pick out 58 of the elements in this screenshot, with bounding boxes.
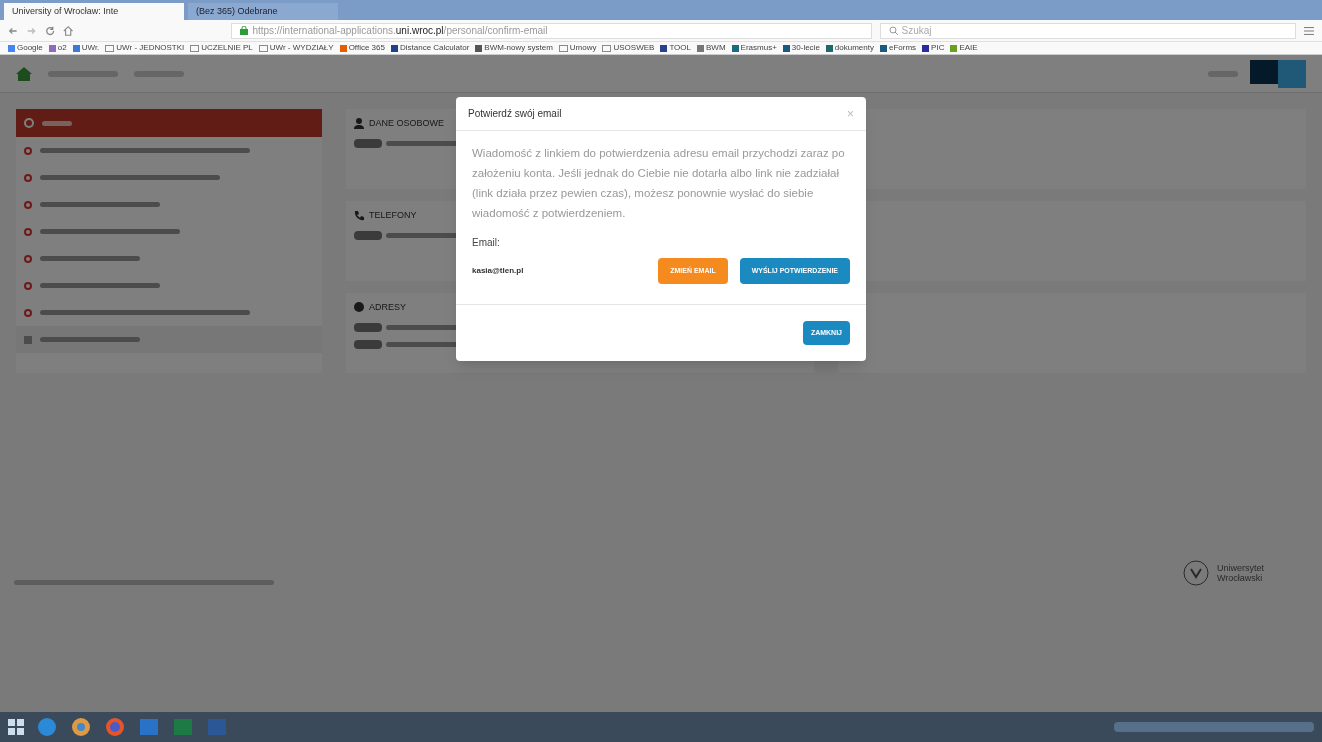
lock-icon xyxy=(240,26,249,35)
bookmark-link[interactable]: EAIE xyxy=(950,42,978,54)
status-label xyxy=(354,230,382,240)
warning-icon xyxy=(24,254,32,263)
warning-icon xyxy=(24,308,32,317)
modal-title: Potwierdź swój email xyxy=(468,107,562,121)
warning-icon xyxy=(24,173,32,182)
section-title: ADRESY xyxy=(369,301,406,314)
bookmark-link[interactable]: USOSWEB xyxy=(602,42,655,54)
bookmark-link[interactable]: Distance Calculator xyxy=(390,42,470,54)
university-logo-text: Uniwersytet Wrocławski xyxy=(1217,563,1265,583)
blurred-nav-text xyxy=(48,70,118,77)
bookmark-link[interactable]: eForms xyxy=(879,42,917,54)
warning-icon xyxy=(24,200,32,209)
bookmark-link[interactable]: Google xyxy=(8,42,43,54)
university-emblem-icon xyxy=(1183,560,1209,586)
warning-icon xyxy=(24,281,32,290)
bookmark-link[interactable]: Umowy xyxy=(558,42,597,54)
bookmark-link[interactable]: UWr - WYDZIAŁY xyxy=(258,42,334,54)
blurred-nav-text xyxy=(134,70,184,77)
browser-tab[interactable]: University of Wrocław: Inte xyxy=(4,3,184,20)
bookmark-link[interactable]: Erasmus+ xyxy=(731,42,777,54)
section-title: TELEFONY xyxy=(369,209,417,222)
bookmark-link[interactable]: Office 365 xyxy=(339,42,385,54)
globe-icon xyxy=(354,302,365,314)
reload-icon[interactable] xyxy=(44,24,56,37)
browser-tab[interactable]: (Bez 365) Odebrane xyxy=(188,3,338,20)
warning-icon xyxy=(24,146,32,155)
check-icon xyxy=(24,335,32,344)
bookmark-link[interactable]: dokumenty xyxy=(825,42,874,54)
search-icon xyxy=(888,26,898,35)
modal-message: Wiadomość z linkiem do potwierdzenia adresu email przychodzi zaraz po założeniu konta. Jeśli jednak do Ciebie nie dotarła albo link nie zadziałał (link działa przez pewien czas), możesz ponownie wysłać do siebie wiadomość z potwierdzeniem. xyxy=(472,146,846,221)
phone-icon xyxy=(354,210,365,222)
user-icon xyxy=(354,118,365,130)
bookmark-link[interactable]: 30-lecie xyxy=(782,42,820,54)
blurred-nav-text xyxy=(1208,70,1238,77)
status-label xyxy=(354,339,382,349)
status-label xyxy=(354,322,382,332)
bookmark-link[interactable]: PIC xyxy=(922,42,945,54)
bookmark-link[interactable]: BWM xyxy=(697,42,726,54)
bookmark-link[interactable]: UWr. xyxy=(72,42,100,54)
url-text: https://international-applications.uni.wroc.pl/personal/confirm-email xyxy=(252,24,548,38)
warning-icon xyxy=(24,227,32,236)
bookmark-link[interactable]: UWr - JEDNOSTKI xyxy=(105,42,185,54)
email-value: kasia@tlen.pl xyxy=(472,265,525,277)
bookmark-link[interactable]: BWM-nowy system xyxy=(475,42,553,54)
bookmark-link[interactable]: TOOL xyxy=(660,42,691,54)
bookmark-link[interactable]: o2 xyxy=(48,42,67,54)
language-button[interactable] xyxy=(1278,59,1306,88)
status-label xyxy=(354,138,382,148)
email-label: Email: xyxy=(472,236,501,250)
home-icon[interactable] xyxy=(16,66,32,81)
home-icon[interactable] xyxy=(63,24,74,37)
windows-start-icon[interactable] xyxy=(8,719,24,735)
menu-icon[interactable] xyxy=(1303,25,1314,36)
bookmark-link[interactable]: UCZELNIE PL xyxy=(190,42,253,54)
address-bar[interactable]: https://international-applications.uni.wroc.pl/personal/confirm-email xyxy=(231,22,872,39)
section-title: DANE OSOBOWE xyxy=(369,117,444,130)
